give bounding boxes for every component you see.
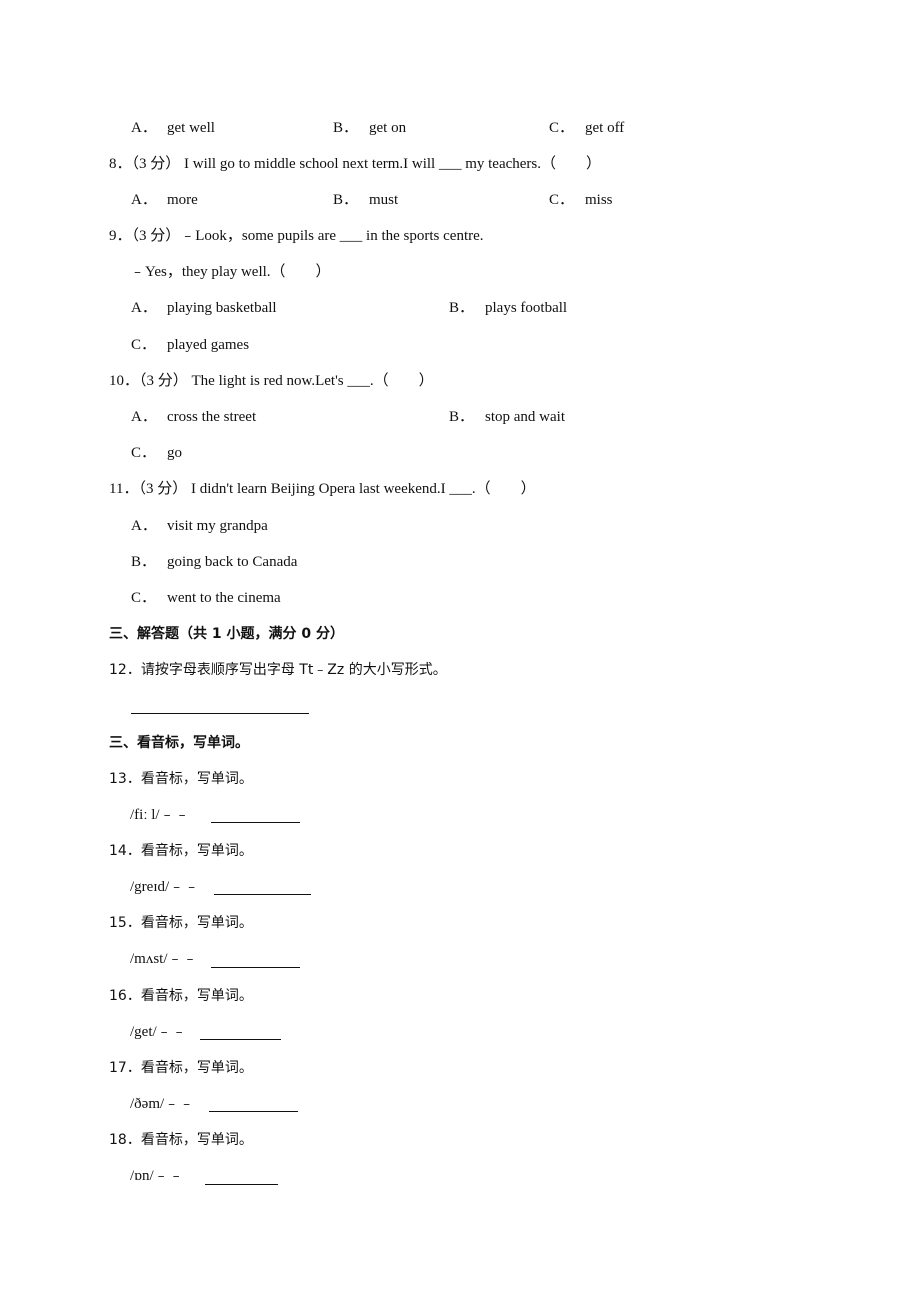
q9-option-c[interactable]: C． played games <box>131 335 249 355</box>
q8-option-b[interactable]: B． must <box>333 190 398 210</box>
option-text: going back to Canada <box>167 554 298 570</box>
option-letter: A． <box>131 409 157 425</box>
option-letter: B． <box>449 300 475 316</box>
option-letter: C． <box>131 445 157 461</box>
q16-answer-blank[interactable] <box>200 1039 281 1040</box>
q17-stem: 17．看音标，写单词。 <box>109 1060 253 1076</box>
q13-stem: 13．看音标，写单词。 <box>109 771 253 787</box>
q16-ipa: /get/﹣﹣ <box>130 1024 187 1040</box>
option-text: visit my grandpa <box>167 518 268 534</box>
q7-option-b[interactable]: B． get on <box>333 118 406 138</box>
option-letter: C． <box>131 590 157 606</box>
option-letter: A． <box>131 120 157 136</box>
q8-option-a[interactable]: A． more <box>131 190 198 210</box>
option-text: playing basketball <box>167 300 277 316</box>
option-text: must <box>369 192 399 208</box>
q14-answer-blank[interactable] <box>214 894 311 895</box>
option-text: go <box>167 445 182 461</box>
option-text: more <box>167 192 198 208</box>
q13-ipa: /fiː l/﹣﹣ <box>130 807 190 823</box>
option-letter: C． <box>549 192 575 208</box>
q11-option-b[interactable]: B． going back to Canada <box>131 552 297 572</box>
option-text: miss <box>585 192 613 208</box>
q10-stem: 10．（3 分） The light is red now.Let's ___.… <box>109 373 434 389</box>
q17-answer-blank[interactable] <box>209 1111 298 1112</box>
q9-stem-reply: ﹣Yes，they play well.（ ） <box>130 264 331 280</box>
q18-answer-blank[interactable] <box>205 1184 278 1185</box>
option-text: get off <box>585 120 625 136</box>
q10-option-a[interactable]: A． cross the street <box>131 407 256 427</box>
option-letter: B． <box>333 192 359 208</box>
section-heading-phonetics: 三、看音标，写单词。 <box>109 735 249 751</box>
q9-option-a[interactable]: A． playing basketball <box>131 298 277 318</box>
q11-stem: 11．（3 分） I didn't learn Beijing Opera la… <box>109 481 536 497</box>
q8-stem: 8．（3 分） I will go to middle school next … <box>109 156 602 172</box>
option-text: went to the cinema <box>167 590 281 606</box>
q9-option-b[interactable]: B． plays football <box>449 298 567 318</box>
q10-option-c[interactable]: C． go <box>131 443 182 463</box>
q11-option-c[interactable]: C． went to the cinema <box>131 588 281 608</box>
q13-answer-blank[interactable] <box>211 822 300 823</box>
option-text: get on <box>369 120 407 136</box>
option-text: cross the street <box>167 409 257 425</box>
q15-ipa: /mʌst/﹣﹣ <box>130 951 198 967</box>
q17-ipa: /ðəm/﹣﹣ <box>130 1096 195 1112</box>
option-letter: B． <box>333 120 359 136</box>
option-letter: A． <box>131 192 157 208</box>
q7-option-a[interactable]: A． get well <box>131 118 215 138</box>
option-letter: C． <box>131 337 157 353</box>
option-letter: A． <box>131 300 157 316</box>
q18-stem: 18．看音标，写单词。 <box>109 1132 253 1148</box>
option-text: get well <box>167 120 215 136</box>
q11-option-a[interactable]: A． visit my grandpa <box>131 516 268 536</box>
q14-ipa: /greɪd/﹣﹣ <box>130 879 200 895</box>
q16-stem: 16．看音标，写单词。 <box>109 988 253 1004</box>
option-text: stop and wait <box>485 409 565 425</box>
q18-ipa: /ɒn/﹣﹣ <box>130 1168 184 1184</box>
q9-stem: 9．（3 分）﹣Look，some pupils are ___ in the … <box>109 228 484 244</box>
option-text: played games <box>167 337 250 353</box>
q12-stem: 12．请按字母表顺序写出字母 Tt﹣Zz 的大小写形式。 <box>109 662 447 678</box>
section-heading-answer: 三、解答题（共 1 小题，满分 0 分） <box>109 626 344 642</box>
option-letter: B． <box>131 554 157 570</box>
option-text: plays football <box>485 300 568 316</box>
q15-answer-blank[interactable] <box>211 967 300 968</box>
q12-answer-blank[interactable] <box>131 713 309 714</box>
q7-option-c[interactable]: C． get off <box>549 118 624 138</box>
option-letter: B． <box>449 409 475 425</box>
q14-stem: 14．看音标，写单词。 <box>109 843 253 859</box>
q8-option-c[interactable]: C． miss <box>549 190 613 210</box>
option-letter: C． <box>549 120 575 136</box>
q10-option-b[interactable]: B． stop and wait <box>449 407 565 427</box>
q15-stem: 15．看音标，写单词。 <box>109 915 253 931</box>
option-letter: A． <box>131 518 157 534</box>
